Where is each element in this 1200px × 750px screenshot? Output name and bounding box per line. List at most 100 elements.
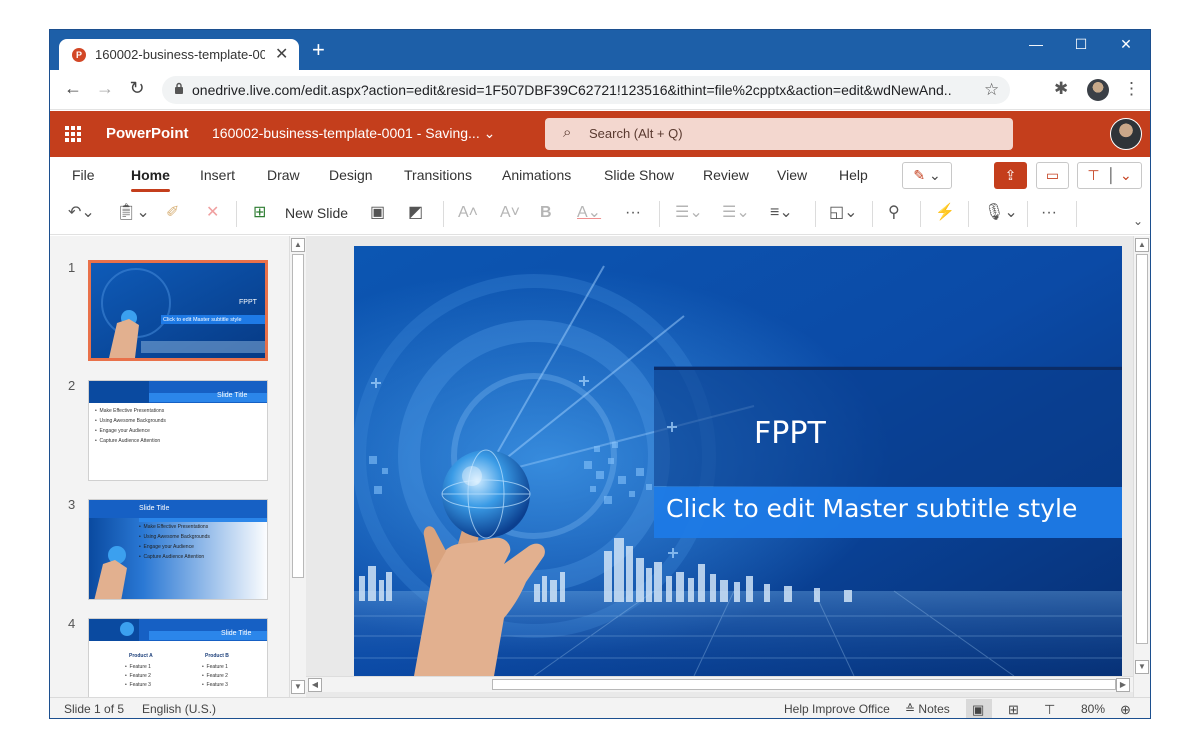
slide-thumbnail-3[interactable]: Slide Title • Make Effective Presentatio… [88,499,268,600]
find-icon[interactable]: ⚲ [888,202,900,224]
layout-icon[interactable]: ▣ [370,202,385,224]
scroll-left-arrow-icon[interactable]: ◀ [308,678,322,692]
ribbon-collapse-icon[interactable]: ⌄ [1133,210,1143,232]
present-button[interactable]: ⊤ │ ⌄ [1077,162,1142,189]
scrollbar-thumb[interactable] [492,679,1116,690]
lock-icon [175,82,183,94]
dictate-microphone-icon[interactable]: 🎙︎⌄ [984,202,1018,224]
slide-sorter-icon[interactable]: ⊞ [1008,702,1019,718]
more-font-icon[interactable]: ··· [625,202,641,224]
tab-home[interactable]: Home [131,167,170,192]
slide-thumbnail-1[interactable]: FPPT Click to edit Master subtitle style [88,260,268,361]
slide-thumbnail-4[interactable]: Slide Title Product A Product B • Featur… [88,618,268,697]
app-name[interactable]: PowerPoint [106,125,189,142]
bold-icon[interactable]: B [540,202,552,224]
language-indicator[interactable]: English (U.S.) [142,702,216,716]
font-color-icon[interactable]: A⌄ [577,202,601,224]
share-button[interactable]: ⇪ [994,162,1027,189]
decrease-font-icon[interactable]: A˅ [500,202,520,224]
thumbnails-scrollbar[interactable]: ▲ ▼ [289,236,306,697]
thumbnail-1-title: FPPT [239,299,257,306]
bullet: • Using Awesome Backgrounds [139,534,210,540]
maximize-button[interactable]: ☐ [1061,36,1101,53]
tab-insert[interactable]: Insert [200,167,235,183]
bookmark-star-icon[interactable]: ☆ [984,80,999,100]
browser-window: P 160002-business-template-0001 ✕ + — ☐ … [49,29,1151,719]
tab-file[interactable]: File [72,167,95,183]
tab-slide-show[interactable]: Slide Show [604,167,674,183]
zoom-level[interactable]: 80% [1081,702,1105,716]
help-improve-office-link[interactable]: Help Improve Office [784,702,890,716]
slide-title[interactable]: FPPT [754,416,826,451]
tab-animations[interactable]: Animations [502,167,571,183]
slide-subtitle[interactable]: Click to edit Master subtitle style [666,494,1077,523]
scrollbar-thumb[interactable] [1136,254,1148,644]
browser-tab[interactable]: P 160002-business-template-0001 ✕ [59,39,299,70]
editing-mode-button[interactable]: ✎ ⌄ [902,162,952,189]
paste-clipboard-icon[interactable]: 📋︎⌄ [116,202,150,224]
comments-button[interactable]: ▭ [1036,162,1069,189]
profile-avatar[interactable] [1087,79,1109,101]
bullet: • Feature 3 [125,682,151,688]
main-slide[interactable]: FPPT Click to edit Master subtitle style [354,246,1122,676]
scrollbar-thumb[interactable] [292,254,304,578]
format-painter-icon[interactable]: ✐ [166,202,179,224]
scroll-up-arrow-icon[interactable]: ▲ [291,238,305,252]
address-bar[interactable]: onedrive.live.com/edit.aspx?action=edit&… [162,76,1010,104]
new-tab-button[interactable]: + [312,39,325,61]
extensions-puzzle-icon[interactable]: ✱ [1054,79,1068,99]
ribbon-tabs: File Home Insert Draw Design Transitions… [50,157,1150,193]
bullet: • Capture Audience Attention [95,438,161,444]
bullet: • Feature 2 [125,673,151,679]
tab-view[interactable]: View [777,167,807,183]
tab-design[interactable]: Design [329,167,373,183]
tab-transitions[interactable]: Transitions [404,167,472,183]
bullet: • Make Effective Presentations [95,408,165,414]
editor-horizontal-scrollbar[interactable]: ◀ ▶ [306,676,1133,692]
more-options-icon[interactable]: ··· [1041,202,1057,224]
bullet: • Feature 1 [202,664,228,670]
bullet: • Engage your Audience [139,544,194,550]
scroll-down-arrow-icon[interactable]: ▼ [291,680,305,694]
close-window-button[interactable]: ✕ [1106,36,1146,53]
new-slide-button[interactable]: New Slide [285,202,348,224]
document-title[interactable]: 160002-business-template-0001 - Saving..… [212,125,495,142]
notes-button[interactable]: ≙ Notes [905,702,950,716]
scroll-right-arrow-icon[interactable]: ▶ [1116,678,1130,692]
editor-vertical-scrollbar[interactable]: ▲ ▼ [1133,236,1150,697]
bullet: • Feature 1 [125,664,151,670]
scroll-up-arrow-icon[interactable]: ▲ [1135,238,1149,252]
minimize-button[interactable]: — [1016,36,1056,52]
background-icon[interactable]: ◩ [408,202,423,224]
undo-icon[interactable]: ↶⌄ [68,202,95,224]
chevron-down-icon: ⌄ [928,167,941,183]
shapes-icon[interactable]: ◱⌄ [829,202,858,224]
reload-icon[interactable]: ↻ [125,78,149,99]
bullets-icon[interactable]: ☰⌄ [675,202,703,224]
tab-review[interactable]: Review [703,167,749,183]
search-box[interactable]: ⌕ Search (Alt + Q) [545,118,1013,150]
back-arrow-icon[interactable]: ← [61,78,85,99]
browser-menu-icon[interactable]: ⋮ [1123,79,1140,99]
app-launcher-icon[interactable] [65,126,81,142]
designer-wand-icon[interactable]: ⚡ [935,202,955,224]
increase-font-icon[interactable]: A˄ [458,202,478,224]
new-slide-icon[interactable]: ⊞ [253,202,266,224]
fit-to-window-icon[interactable]: ⊕ [1120,702,1131,718]
browser-tab-strip: P 160002-business-template-0001 ✕ + — ☐ … [50,30,1150,70]
tab-help[interactable]: Help [839,167,868,183]
search-icon: ⌕ [563,124,572,141]
slide-thumbnail-2[interactable]: Slide Title • Make Effective Presentatio… [88,380,268,481]
numbering-icon[interactable]: ☰⌄ [722,202,750,224]
thumbnail-3-bullets: • Make Effective Presentations • Using A… [139,522,210,562]
normal-view-icon[interactable]: ▣ [972,702,984,718]
reading-view-icon[interactable]: ⊤ [1044,702,1055,718]
delete-icon[interactable]: ✕ [206,202,219,224]
scroll-down-arrow-icon[interactable]: ▼ [1135,660,1149,674]
tab-draw[interactable]: Draw [267,167,300,183]
slide-thumbnails-pane: 1 FPPT Click to edit Master subtitle sty… [50,236,306,697]
user-avatar[interactable] [1110,118,1142,150]
forward-arrow-icon[interactable]: → [93,78,117,99]
align-icon[interactable]: ≡⌄ [770,202,793,224]
tab-close-icon[interactable]: ✕ [275,44,288,64]
